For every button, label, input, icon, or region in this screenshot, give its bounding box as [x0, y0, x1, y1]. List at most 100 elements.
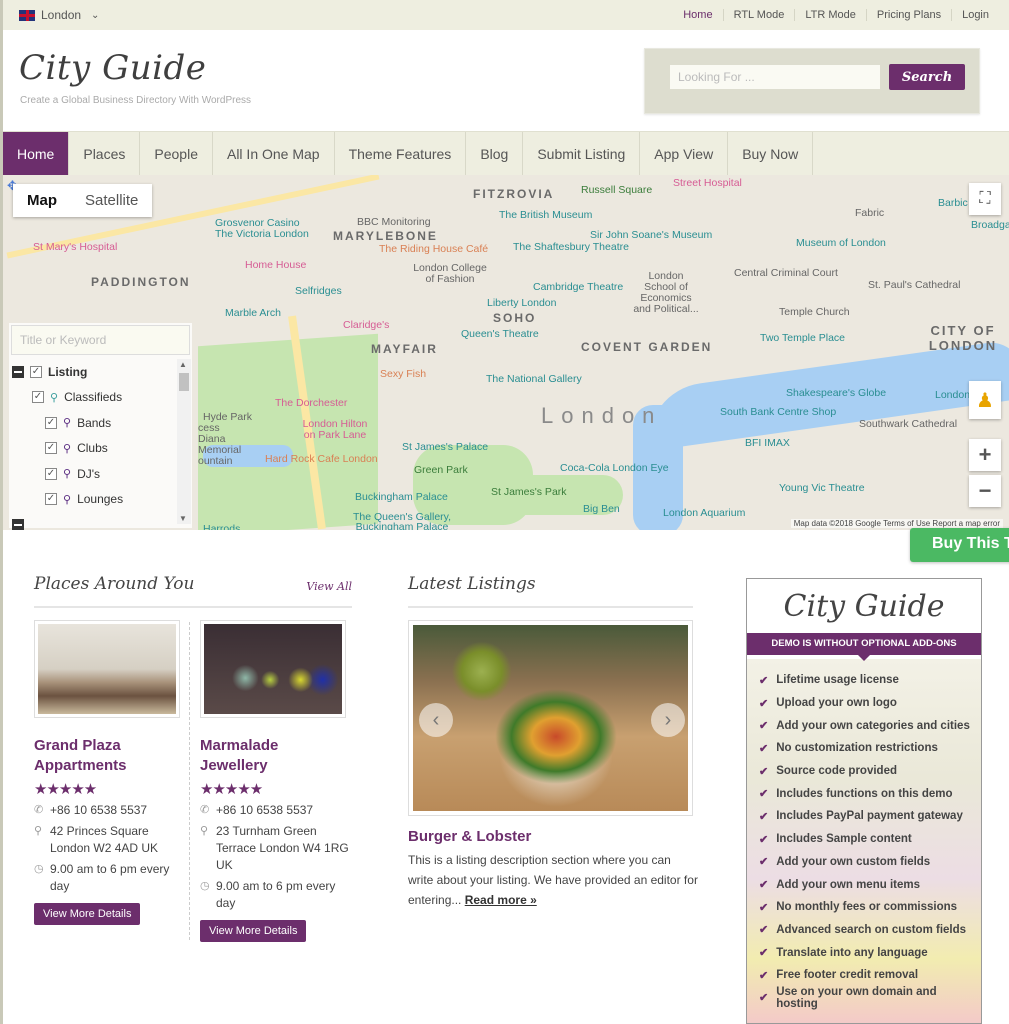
nav-people[interactable]: People — [140, 132, 213, 176]
map-label: Fabric — [855, 207, 885, 219]
city-name: London — [41, 8, 82, 22]
map-label: The Shaftesbury Theatre — [513, 241, 629, 253]
description-text: This is a listing description section wh… — [408, 853, 698, 907]
map-label: London College of Fashion — [413, 262, 487, 285]
places-title: Places Around You — [34, 574, 195, 594]
tree-scrollbar[interactable]: ▲ ▼ — [177, 359, 191, 524]
checkbox[interactable]: ✓ — [45, 467, 57, 480]
scroll-up-icon[interactable]: ▲ — [179, 360, 187, 369]
map-label: Street Hospital — [673, 177, 742, 189]
map-label: Harrods — [203, 523, 241, 530]
site-tagline: Create a Global Business Directory With … — [20, 95, 252, 106]
map-type-control: Map Satellite — [13, 184, 153, 217]
nav-theme-features[interactable]: Theme Features — [335, 132, 467, 176]
buy-theme-button[interactable]: Buy This T — [910, 528, 1009, 562]
top-link-pricing[interactable]: Pricing Plans — [865, 9, 951, 21]
checkbox[interactable]: ✓ — [45, 416, 57, 429]
map-label: MARYLEBONE — [333, 229, 438, 243]
map-label: Sexy Fish — [380, 368, 427, 380]
map-label: The Victoria London — [215, 228, 309, 240]
collapse-icon[interactable] — [12, 365, 24, 378]
tree-item-clubs[interactable]: ✓ ⚲ Clubs — [9, 436, 179, 462]
map-pin-icon: ⚲ — [63, 493, 72, 506]
place-image[interactable] — [200, 620, 346, 718]
map-label: Cambridge Theatre — [533, 281, 624, 293]
tree-item-collapsed[interactable] — [9, 512, 179, 530]
slider-next-icon[interactable]: › — [651, 703, 685, 737]
map-label: Marble Arch — [225, 307, 282, 319]
tree-label: Classifieds — [64, 390, 123, 405]
map-label: Young Vic Theatre — [779, 482, 865, 494]
place-card: Grand Plaza Appartments ★★★★★ ✆ +86 10 65… — [34, 620, 184, 925]
feature-item: ✔ Includes functions on this demo — [759, 787, 953, 801]
top-link-home[interactable]: Home — [673, 9, 722, 21]
top-link-ltr[interactable]: LTR Mode — [794, 9, 866, 21]
tree-item-bands[interactable]: ✓ ⚲ Bands — [9, 410, 179, 436]
map-label: cess Diana Memorial ountain — [198, 422, 242, 467]
tree-item-classifieds[interactable]: ✓ ⚲ Classifieds — [9, 385, 179, 411]
map-label: London Aquarium — [663, 507, 746, 519]
keyword-input[interactable] — [11, 325, 190, 355]
map-label: The National Gallery — [486, 373, 582, 385]
tree-item-djs[interactable]: ✓ ⚲ DJ's — [9, 461, 179, 487]
scroll-down-icon[interactable]: ▼ — [179, 514, 187, 523]
map-canvas[interactable]: FITZROVIA Russell Square Street Hospital… — [3, 175, 1009, 530]
nav-blog[interactable]: Blog — [466, 132, 524, 176]
site-logo[interactable]: City Guide — [19, 48, 206, 88]
scrollbar-thumb[interactable] — [179, 373, 189, 391]
place-phone: ✆ +86 10 6538 5537 — [34, 802, 184, 819]
tree-item-lounges[interactable]: ✓ ⚲ Lounges — [9, 487, 179, 513]
map-label: St Mary's Hospital — [33, 241, 118, 253]
map-type-satellite[interactable]: Satellite — [71, 184, 152, 217]
view-more-details-button[interactable]: View More Details — [200, 920, 307, 942]
search-button[interactable]: Search — [889, 64, 965, 90]
view-more-details-button[interactable]: View More Details — [34, 903, 141, 925]
listing-name[interactable]: Burger & Lobster — [408, 828, 698, 845]
map-pin-icon: ⚲ — [50, 391, 59, 404]
place-name[interactable]: Marmalade Jewellery — [200, 736, 350, 776]
map-type-map[interactable]: Map — [13, 184, 71, 217]
top-link-rtl[interactable]: RTL Mode — [722, 9, 795, 21]
check-icon: ✔ — [759, 992, 769, 1005]
nav-submit-listing[interactable]: Submit Listing — [523, 132, 641, 176]
top-links: Home RTL Mode LTR Mode Pricing Plans Log… — [673, 9, 999, 21]
checkbox[interactable]: ✓ — [45, 442, 57, 455]
tree-label: Bands — [77, 415, 112, 430]
map-label: The Riding House Café — [379, 243, 489, 255]
top-link-login[interactable]: Login — [951, 9, 999, 21]
map-label: Home House — [245, 259, 307, 271]
slider-prev-icon[interactable]: ‹ — [419, 703, 453, 737]
nav-places[interactable]: Places — [69, 132, 141, 176]
listing-image[interactable] — [413, 625, 688, 811]
place-name[interactable]: Grand Plaza Appartments — [34, 736, 184, 776]
nav-buy-now[interactable]: Buy Now — [728, 132, 814, 176]
place-image[interactable] — [34, 620, 180, 718]
fullscreen-icon[interactable]: ⛶ — [969, 183, 1001, 215]
search-input[interactable] — [670, 65, 880, 89]
phone-icon: ✆ — [200, 804, 210, 816]
check-icon: ✔ — [759, 674, 769, 687]
read-more-link[interactable]: Read more » — [465, 893, 537, 907]
checkbox[interactable]: ✓ — [32, 391, 44, 404]
tree-item-listing[interactable]: ✓ Listing — [9, 359, 179, 385]
map-pin-icon: ⚲ — [63, 442, 72, 455]
address-text: 42 Princes Square London W2 4AD UK — [50, 824, 159, 855]
checkbox[interactable]: ✓ — [30, 365, 42, 378]
map-label: Museum of London — [796, 237, 886, 249]
location-pin-icon: ⚲ — [34, 825, 43, 837]
street-view-pegman-icon[interactable]: ♟ — [969, 381, 1001, 419]
view-all-link[interactable]: View All — [306, 580, 352, 593]
feature-item: ✔ Add your own custom fields — [759, 855, 931, 869]
zoom-out-icon[interactable]: − — [969, 475, 1001, 507]
nav-all-in-one-map[interactable]: All In One Map — [213, 132, 335, 176]
zoom-in-icon[interactable]: + — [969, 439, 1001, 471]
checkbox[interactable]: ✓ — [45, 493, 57, 506]
city-selector[interactable]: London ⌄ — [19, 8, 99, 22]
map-label: MAYFAIR — [371, 342, 438, 356]
nav-app-view[interactable]: App View — [640, 132, 729, 176]
nav-home[interactable]: Home — [3, 132, 70, 176]
map-pin-icon: ⚲ — [63, 468, 72, 481]
collapse-icon[interactable] — [12, 518, 24, 530]
map-label: Southwark Cathedral — [859, 418, 958, 430]
top-bar: London ⌄ Home RTL Mode LTR Mode Pricing … — [3, 0, 1009, 30]
